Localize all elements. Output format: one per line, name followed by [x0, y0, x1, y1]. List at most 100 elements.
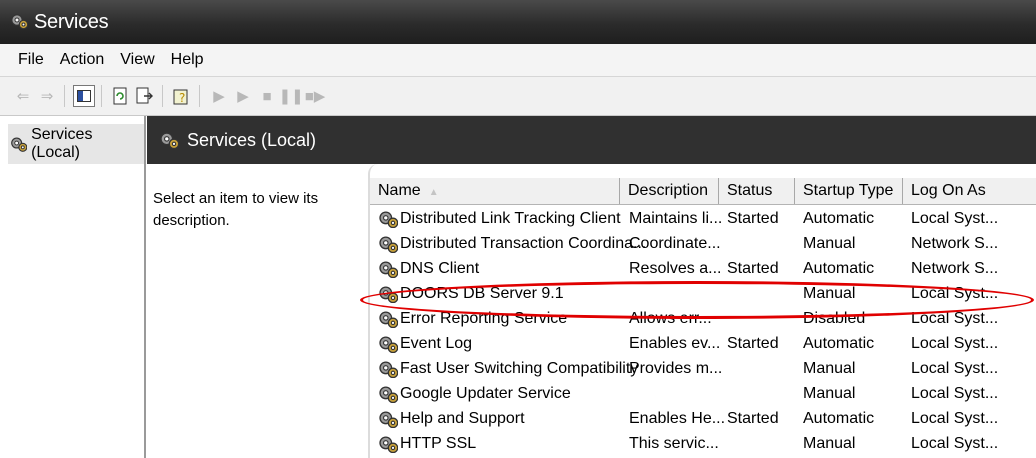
service-description: Provides m... [629, 360, 723, 377]
service-log-on-as: Network S... [911, 235, 999, 252]
services-list: Name ▲ Description Status Startup Type Lo… [368, 164, 1036, 458]
service-status: Started [727, 335, 779, 352]
gear-icon [379, 286, 398, 303]
refresh-icon[interactable] [110, 85, 132, 107]
service-log-on-as: Local Syst... [911, 435, 999, 452]
column-header-startup-type[interactable]: Startup Type [795, 178, 903, 204]
gear-icon [379, 411, 398, 428]
service-log-on-as: Local Syst... [911, 410, 999, 427]
stop-service-icon[interactable]: ■ [256, 85, 278, 107]
service-startup-type: Automatic [803, 410, 875, 427]
service-startup-type: Manual [803, 235, 856, 252]
service-startup-type: Manual [803, 435, 856, 452]
column-header-log-on-as[interactable]: Log On As [903, 178, 1036, 204]
service-status: Started [727, 260, 779, 277]
properties-help-icon[interactable]: ? [171, 85, 193, 107]
gear-icon [379, 436, 398, 453]
service-startup-type: Disabled [803, 310, 866, 327]
tree-item-services-local[interactable]: Services (Local) [8, 124, 144, 164]
service-startup-type: Manual [803, 360, 856, 377]
forward-arrow-icon[interactable]: ⇒ [36, 85, 58, 107]
gear-icon [379, 236, 398, 253]
service-log-on-as: Local Syst... [911, 310, 999, 327]
service-name: DOORS DB Server 9.1 [400, 285, 564, 302]
show-hide-console-tree-icon[interactable] [73, 85, 95, 107]
service-log-on-as: Network S... [911, 260, 999, 277]
column-header-status[interactable]: Status [719, 178, 795, 204]
svg-text:?: ? [179, 91, 185, 105]
table-row[interactable]: Google Updater Service Manual Local Syst..… [370, 381, 1036, 406]
restart-service-icon[interactable]: ■▶ [304, 85, 326, 107]
table-row[interactable]: Fast User Switching Compatibility Provide… [370, 356, 1036, 381]
service-startup-type: Automatic [803, 260, 875, 277]
table-row[interactable]: Event Log Enables ev... Started Automatic Lo… [370, 331, 1036, 356]
tree-item-label: Services (Local) [31, 126, 93, 161]
description-text: Select an item to view its description. [153, 190, 319, 229]
service-log-on-as: Local Syst... [911, 210, 999, 227]
pause-service-icon[interactable]: ❚❚ [278, 85, 303, 107]
panel-title: Services (Local) [187, 129, 317, 150]
service-name: Event Log [400, 335, 473, 352]
gear-icon [379, 311, 398, 328]
panel-header: Services (Local) [147, 116, 1036, 164]
console-tree: Services (Local) [0, 116, 146, 458]
export-list-icon[interactable] [134, 85, 156, 107]
gear-icon [379, 361, 398, 378]
service-status: Started [727, 410, 779, 427]
window-title: Services [34, 10, 109, 33]
service-startup-type: Automatic [803, 210, 875, 227]
sort-ascending-icon: ▲ [428, 187, 439, 198]
service-description: This servic... [629, 435, 719, 452]
back-arrow-icon[interactable]: ⇐ [12, 85, 34, 107]
service-description: Allows err... [629, 310, 712, 327]
services-app-icon [11, 14, 28, 30]
menu-bar: File Action View Help [0, 44, 1036, 77]
service-log-on-as: Local Syst... [911, 285, 999, 302]
service-name: DNS Client [400, 260, 480, 277]
gear-icon [379, 261, 398, 278]
service-log-on-as: Local Syst... [911, 360, 999, 377]
table-row[interactable]: DNS Client Resolves a... Started Automatic N… [370, 256, 1036, 281]
service-startup-type: Automatic [803, 335, 875, 352]
table-row[interactable]: Error Reporting Service Allows err... Disa… [370, 306, 1036, 331]
service-name: Google Updater Service [400, 385, 571, 402]
service-name: Distributed Transaction Coordina... [400, 235, 647, 252]
service-description: Resolves a... [629, 260, 722, 277]
start-service-icon[interactable]: ▶ [208, 85, 230, 107]
service-startup-type: Manual [803, 385, 856, 402]
table-row[interactable]: Distributed Transaction Coordina... Coord… [370, 231, 1036, 256]
table-row[interactable]: HTTP SSL This servic... Manual Local Syst..… [370, 431, 1036, 456]
service-name: Error Reporting Service [400, 310, 568, 327]
gear-icon [379, 336, 398, 353]
service-name: Help and Support [400, 410, 525, 427]
gear-icon [160, 132, 179, 149]
toolbar: ⇐ ⇒ ? ▶ ▶ ■ ❚❚ ■▶ [0, 77, 1036, 116]
table-row[interactable]: Help and Support Enables He... Started Auto… [370, 406, 1036, 431]
description-pane: Select an item to view its description. [147, 180, 367, 458]
column-header-description[interactable]: Description [620, 178, 719, 204]
service-name: HTTP SSL [400, 435, 477, 452]
service-status: Started [727, 210, 779, 227]
service-description: Enables He... [629, 410, 726, 427]
menu-file[interactable]: File [0, 51, 52, 69]
gear-icon [11, 137, 28, 152]
gear-icon [379, 386, 398, 403]
column-name-label: Name [378, 182, 421, 199]
table-row[interactable]: DOORS DB Server 9.1 Manual Local Syst... [370, 281, 1036, 306]
column-header-name[interactable]: Name ▲ [370, 178, 620, 204]
service-name: Distributed Link Tracking Client [400, 210, 621, 227]
service-description: Maintains li... [629, 210, 723, 227]
service-log-on-as: Local Syst... [911, 335, 999, 352]
menu-help[interactable]: Help [163, 51, 212, 69]
play-service-icon[interactable]: ▶ [232, 85, 254, 107]
gear-icon [379, 211, 398, 228]
table-row[interactable]: Distributed Link Tracking Client Maintain… [370, 206, 1036, 231]
service-startup-type: Manual [803, 285, 856, 302]
menu-action[interactable]: Action [52, 51, 112, 69]
list-header: Name ▲ Description Status Startup Type Lo… [370, 178, 1036, 205]
service-name: Fast User Switching Compatibility [400, 360, 639, 377]
menu-view[interactable]: View [112, 51, 162, 69]
window-title-bar: Services [0, 0, 1036, 44]
service-description: Coordinate... [629, 235, 721, 252]
service-description: Enables ev... [629, 335, 721, 352]
